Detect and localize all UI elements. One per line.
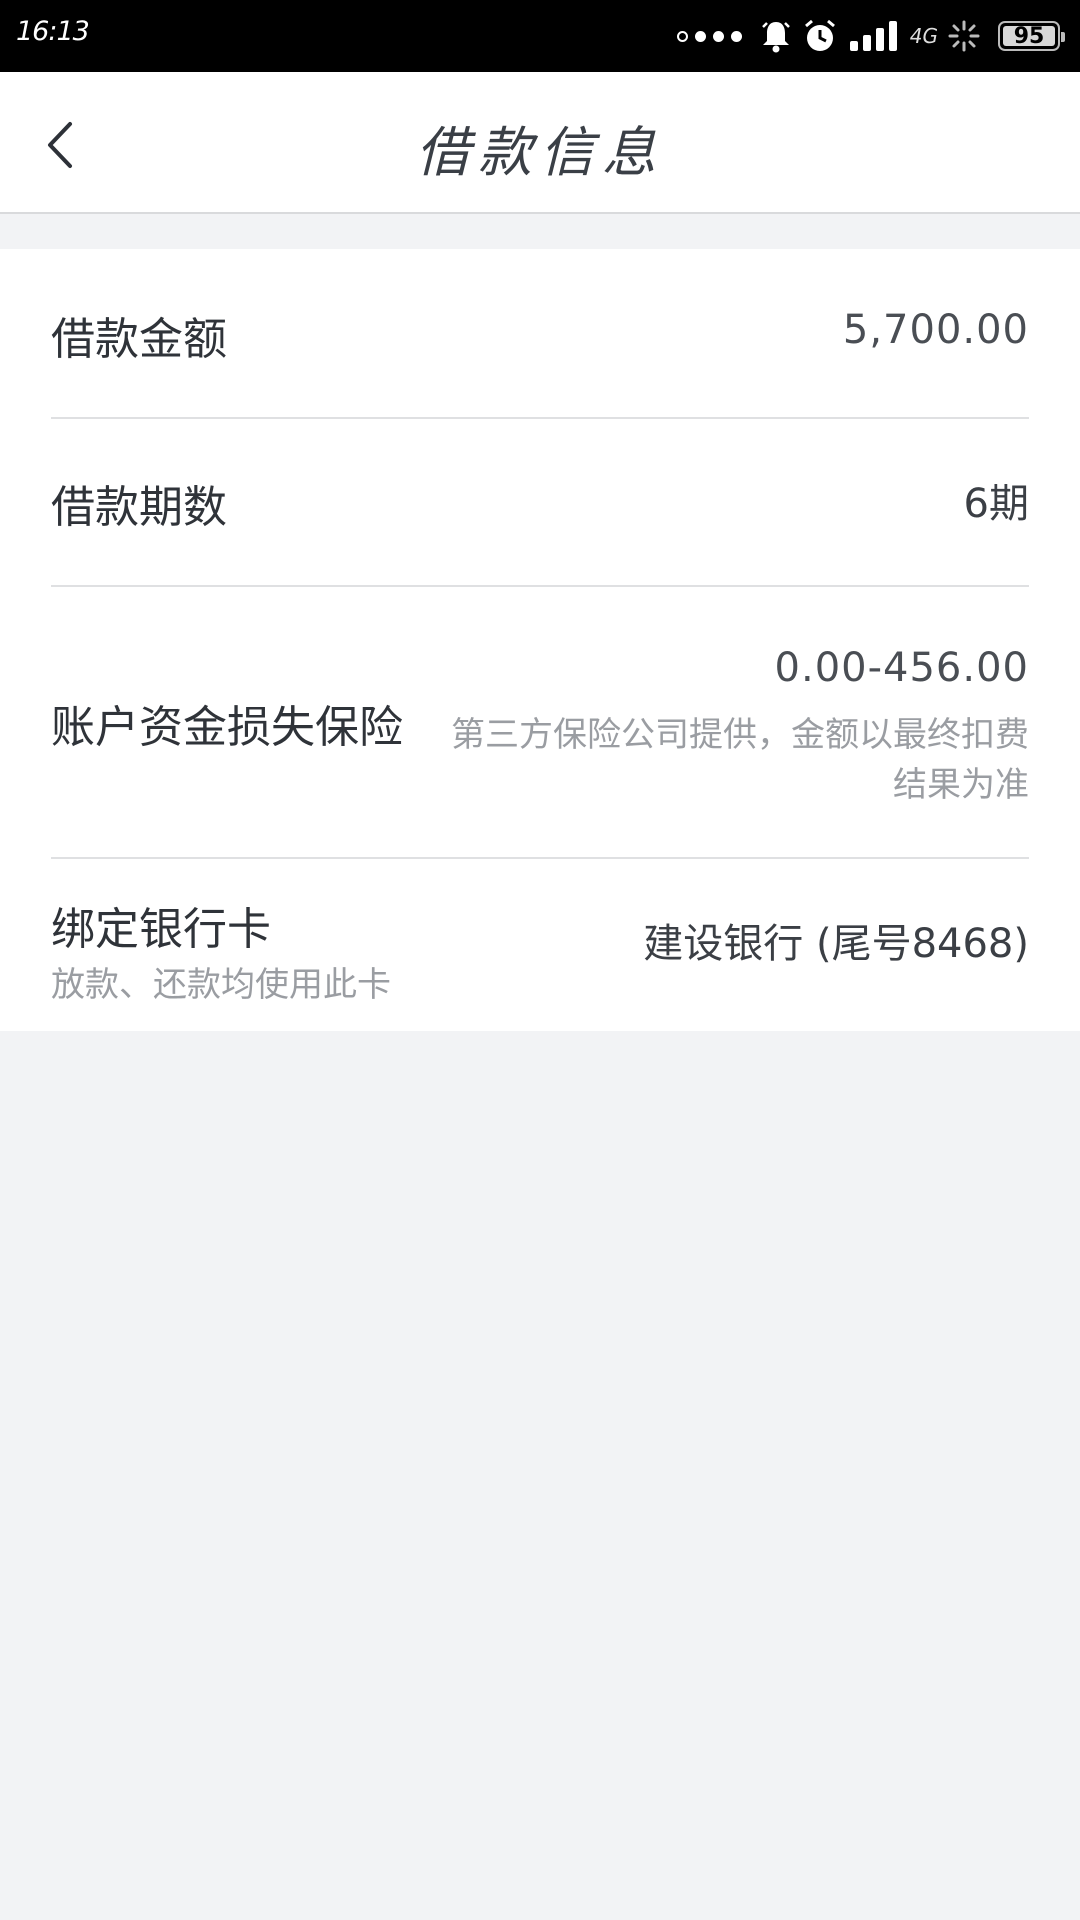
loan-amount-row: 借款金额 5,700.00 [51, 249, 1029, 417]
loan-info-card: 借款金额 5,700.00 借款期数 6期 账户资金损失保险 0.00-456.… [0, 249, 1080, 1031]
insurance-row: 账户资金损失保险 0.00-456.00 第三方保险公司提供，金额以最终扣费 结… [51, 587, 1029, 857]
loading-icon [948, 20, 980, 52]
loan-periods-label: 借款期数 [51, 482, 227, 533]
signal-icon [849, 21, 897, 51]
battery-icon: 95 [998, 21, 1065, 51]
loan-amount-value: 5,700.00 [842, 307, 1029, 353]
notification-dots [676, 30, 742, 42]
bank-card-value: 建设银行 (尾号8468) [643, 921, 1029, 967]
navigation-bar: 借款信息 [0, 72, 1080, 214]
page-title: 借款信息 [416, 121, 664, 184]
bank-card-label: 绑定银行卡 [51, 904, 271, 955]
status-time: 16:13 [16, 16, 90, 47]
bank-card-row[interactable]: 绑定银行卡 放款、还款均使用此卡 建设银行 (尾号8468) [51, 859, 1029, 1031]
bell-icon [761, 22, 790, 53]
insurance-note-line1: 第三方保险公司提供，金额以最终扣费 [451, 715, 1029, 755]
insurance-label: 账户资金损失保险 [51, 702, 403, 753]
loan-periods-value: 6期 [963, 481, 1029, 527]
loan-amount-label: 借款金额 [51, 314, 227, 365]
bank-card-sublabel: 放款、还款均使用此卡 [51, 965, 391, 1005]
status-icons: 4G 95 [676, 14, 1065, 58]
status-bar: 16:13 4G 95 [0, 0, 1080, 72]
network-label: 4G [909, 24, 938, 48]
insurance-note-line2: 结果为准 [893, 765, 1029, 805]
alarm-icon [804, 19, 835, 51]
insurance-value: 0.00-456.00 [774, 645, 1029, 691]
loan-periods-row: 借款期数 6期 [51, 419, 1029, 585]
battery-level: 95 [1013, 23, 1045, 49]
